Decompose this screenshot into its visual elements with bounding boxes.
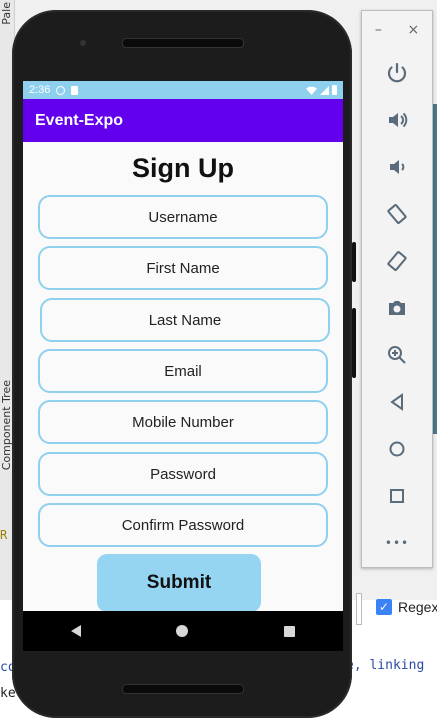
rotate-right-icon xyxy=(387,250,407,271)
back-icon xyxy=(390,392,403,411)
app-bar: Event-Expo xyxy=(23,99,343,142)
more-button[interactable]: ••• xyxy=(362,519,432,566)
ide-code-fragment-left: R xyxy=(0,528,8,542)
app-title: Event-Expo xyxy=(35,111,124,129)
find-input[interactable] xyxy=(356,593,362,625)
bottom-speaker xyxy=(122,684,244,694)
notification-icon xyxy=(56,85,66,95)
regex-checkbox[interactable]: ✓ xyxy=(376,599,392,615)
sd-card-icon xyxy=(71,85,79,95)
power-button[interactable] xyxy=(362,49,432,96)
rotate-left-button[interactable] xyxy=(362,190,432,237)
front-camera xyxy=(80,40,86,46)
ide-code-line-1-right: e, linking xyxy=(346,658,425,673)
back-button[interactable] xyxy=(362,378,432,425)
signal-icon xyxy=(320,85,329,95)
battery-icon xyxy=(332,85,337,95)
minimize-button[interactable]: – xyxy=(375,22,382,38)
mobile-number-field[interactable]: Mobile Number xyxy=(38,400,328,444)
volume-up-button[interactable] xyxy=(362,96,432,143)
password-field[interactable]: Password xyxy=(38,452,328,496)
volume-down-icon xyxy=(390,159,405,174)
volume-down-button[interactable] xyxy=(362,143,432,190)
power-icon xyxy=(387,62,407,82)
status-time: 2:36 xyxy=(29,84,51,96)
overview-button[interactable] xyxy=(362,472,432,519)
home-button[interactable] xyxy=(362,425,432,472)
regex-option[interactable]: ✓ Regex xyxy=(376,599,437,615)
confirm-password-field[interactable]: Confirm Password xyxy=(38,503,328,547)
top-speaker xyxy=(122,38,244,48)
nav-home-icon[interactable] xyxy=(176,625,189,637)
emulator-toolbar: – × ••• xyxy=(361,10,433,568)
home-icon xyxy=(389,441,405,456)
nav-recents-icon[interactable] xyxy=(284,625,296,637)
rotate-right-button[interactable] xyxy=(362,237,432,284)
camera-icon xyxy=(389,300,405,315)
nav-back-icon[interactable] xyxy=(70,625,81,637)
close-button[interactable]: × xyxy=(407,22,419,38)
screenshot-button[interactable] xyxy=(362,284,432,331)
email-field[interactable]: Email xyxy=(38,349,328,393)
phone-volume-rocker xyxy=(352,308,356,378)
overview-icon xyxy=(390,488,404,503)
phone-side-button xyxy=(352,242,356,282)
volume-up-icon xyxy=(389,112,408,127)
page-title: Sign Up xyxy=(132,153,234,183)
ide-code-line-2: ke xyxy=(0,686,16,701)
regex-label: Regex xyxy=(398,599,437,615)
more-icon: ••• xyxy=(384,535,410,550)
zoom-button[interactable] xyxy=(362,331,432,378)
username-field[interactable]: Username xyxy=(38,195,328,239)
palette-tab[interactable]: Pale xyxy=(0,2,13,25)
zoom-icon xyxy=(388,345,406,364)
wifi-icon xyxy=(306,86,317,95)
navigation-bar xyxy=(23,611,343,651)
first-name-field[interactable]: First Name xyxy=(38,246,328,290)
last-name-field[interactable]: Last Name xyxy=(40,298,330,342)
phone-screen: 2:36 Event-Expo Sign Up Username First N… xyxy=(23,81,343,651)
rotate-left-icon xyxy=(387,203,407,224)
status-bar: 2:36 xyxy=(23,81,343,99)
submit-button[interactable]: Submit xyxy=(97,554,261,612)
